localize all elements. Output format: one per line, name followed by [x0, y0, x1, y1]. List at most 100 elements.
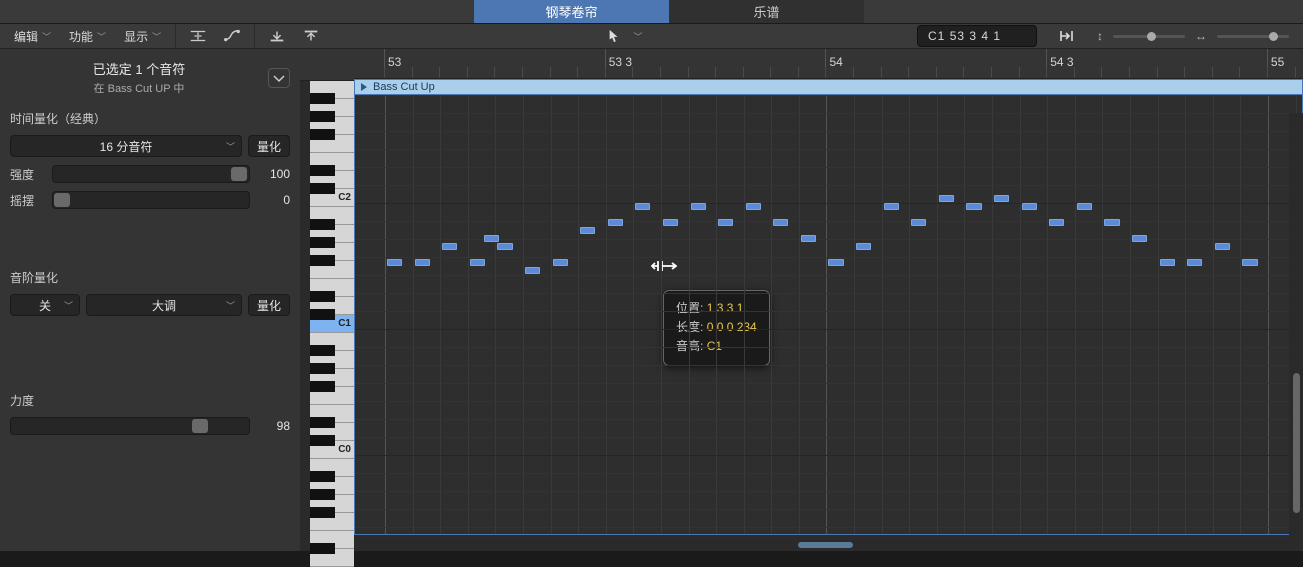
piano-key-black[interactable]: [310, 471, 335, 482]
menu-edit-label: 编辑: [14, 28, 38, 45]
piano-key-black[interactable]: [310, 93, 335, 104]
time-ruler[interactable]: 5353 35454 355: [354, 49, 1303, 79]
swing-slider[interactable]: [52, 191, 250, 209]
horizontal-scrollbar[interactable]: [355, 539, 1295, 551]
piano-key-black[interactable]: [310, 417, 335, 428]
chevron-down-icon: ﹀: [226, 299, 235, 312]
midi-note[interactable]: [856, 243, 871, 250]
midi-note[interactable]: [994, 195, 1009, 202]
scale-type-select[interactable]: 大调 ﹀: [86, 294, 242, 316]
midi-note[interactable]: [663, 219, 678, 226]
midi-note[interactable]: [828, 259, 843, 266]
position-display[interactable]: C1 53 3 4 1: [917, 25, 1037, 47]
piano-key-black[interactable]: [310, 291, 335, 302]
region-header[interactable]: Bass Cut Up: [354, 79, 1303, 95]
midi-note[interactable]: [1160, 259, 1175, 266]
midi-note[interactable]: [580, 227, 595, 234]
piano-keyboard[interactable]: C2C1C0: [300, 49, 354, 551]
piano-key-black[interactable]: [310, 309, 335, 320]
catch-playhead-icon[interactable]: [1053, 25, 1081, 47]
apply-time-quantize-button[interactable]: 量化: [248, 135, 290, 157]
tooltip-position-label: 位置:: [676, 301, 703, 315]
piano-key-black[interactable]: [310, 165, 335, 176]
midi-note[interactable]: [911, 219, 926, 226]
midi-note[interactable]: [939, 195, 954, 202]
tooltip-length-label: 长度:: [676, 320, 703, 334]
strength-value: 100: [258, 167, 290, 181]
automation-curve-icon[interactable]: [218, 25, 246, 47]
chevron-down-icon: ﹀: [64, 299, 73, 312]
midi-note[interactable]: [553, 259, 568, 266]
midi-note[interactable]: [691, 203, 706, 210]
region-name: Bass Cut Up: [373, 81, 435, 93]
tab-piano-roll[interactable]: 钢琴卷帘: [474, 0, 669, 23]
ruler-label: 54: [829, 55, 842, 69]
time-quantize-select[interactable]: 16 分音符 ﹀: [10, 135, 242, 157]
horizontal-zoom-slider[interactable]: [1217, 35, 1289, 38]
chevron-down-icon[interactable]: ﹀: [634, 30, 643, 43]
midi-note[interactable]: [497, 243, 512, 250]
tab-score[interactable]: 乐谱: [669, 0, 864, 23]
midi-note[interactable]: [746, 203, 761, 210]
apply-scale-quantize-button[interactable]: 量化: [248, 294, 290, 316]
strength-slider[interactable]: [52, 165, 250, 183]
midi-note[interactable]: [884, 203, 899, 210]
midi-note[interactable]: [718, 219, 733, 226]
chevron-down-icon: ﹀: [97, 30, 106, 43]
piano-key-black[interactable]: [310, 129, 335, 140]
ruler-label: 55: [1271, 55, 1284, 69]
midi-note[interactable]: [484, 235, 499, 242]
midi-note[interactable]: [773, 219, 788, 226]
midi-note[interactable]: [801, 235, 816, 242]
velocity-value: 98: [258, 419, 290, 433]
disclosure-toggle-icon[interactable]: [268, 68, 290, 88]
midi-note[interactable]: [1104, 219, 1119, 226]
midi-note[interactable]: [1215, 243, 1230, 250]
pointer-tool-icon[interactable]: [600, 25, 628, 47]
midi-in-icon[interactable]: [263, 25, 291, 47]
piano-key-black[interactable]: [310, 183, 335, 194]
piano-key-black[interactable]: [310, 345, 335, 356]
strength-label: 强度: [10, 166, 44, 183]
piano-key-black[interactable]: [310, 255, 335, 266]
piano-key-black[interactable]: [310, 381, 335, 392]
scale-root-select[interactable]: 关 ﹀: [10, 294, 80, 316]
scale-root-value: 关: [39, 297, 51, 314]
resize-cursor-icon: [651, 257, 677, 275]
midi-note[interactable]: [1132, 235, 1147, 242]
midi-note[interactable]: [635, 203, 650, 210]
midi-note[interactable]: [1187, 259, 1202, 266]
menu-functions-label: 功能: [69, 28, 93, 45]
piano-roll-editor[interactable]: 5353 35454 355 Bass Cut Up 位置: 1 3 3 1 长…: [354, 49, 1303, 551]
piano-key-black[interactable]: [310, 363, 335, 374]
menu-functions[interactable]: 功能 ﹀: [63, 26, 112, 47]
piano-key-black[interactable]: [310, 543, 335, 554]
midi-note[interactable]: [387, 259, 402, 266]
midi-note[interactable]: [608, 219, 623, 226]
midi-note[interactable]: [442, 243, 457, 250]
piano-key-black[interactable]: [310, 507, 335, 518]
piano-key-black[interactable]: [310, 219, 335, 230]
piano-key-black[interactable]: [310, 435, 335, 446]
midi-note[interactable]: [525, 267, 540, 274]
piano-key-black[interactable]: [310, 237, 335, 248]
note-grid[interactable]: 位置: 1 3 3 1 长度: 0 0 0 234 音高: C1: [354, 95, 1303, 535]
collapse-toggle-icon[interactable]: [184, 25, 212, 47]
midi-note[interactable]: [1242, 259, 1257, 266]
menu-edit[interactable]: 编辑 ﹀: [8, 26, 57, 47]
vertical-zoom-slider[interactable]: [1113, 35, 1185, 38]
midi-note[interactable]: [966, 203, 981, 210]
midi-note[interactable]: [1022, 203, 1037, 210]
piano-key-black[interactable]: [310, 489, 335, 500]
velocity-slider[interactable]: [10, 417, 250, 435]
piano-key-black[interactable]: [310, 111, 335, 122]
midi-note[interactable]: [470, 259, 485, 266]
midi-note[interactable]: [415, 259, 430, 266]
chevron-down-icon: ﹀: [42, 30, 51, 43]
selection-subtitle: 在 Bass Cut UP 中: [10, 80, 268, 96]
midi-out-icon[interactable]: [297, 25, 325, 47]
midi-note[interactable]: [1049, 219, 1064, 226]
midi-note[interactable]: [1077, 203, 1092, 210]
vertical-scrollbar[interactable]: [1289, 113, 1303, 539]
menu-view[interactable]: 显示﹀: [118, 26, 167, 47]
